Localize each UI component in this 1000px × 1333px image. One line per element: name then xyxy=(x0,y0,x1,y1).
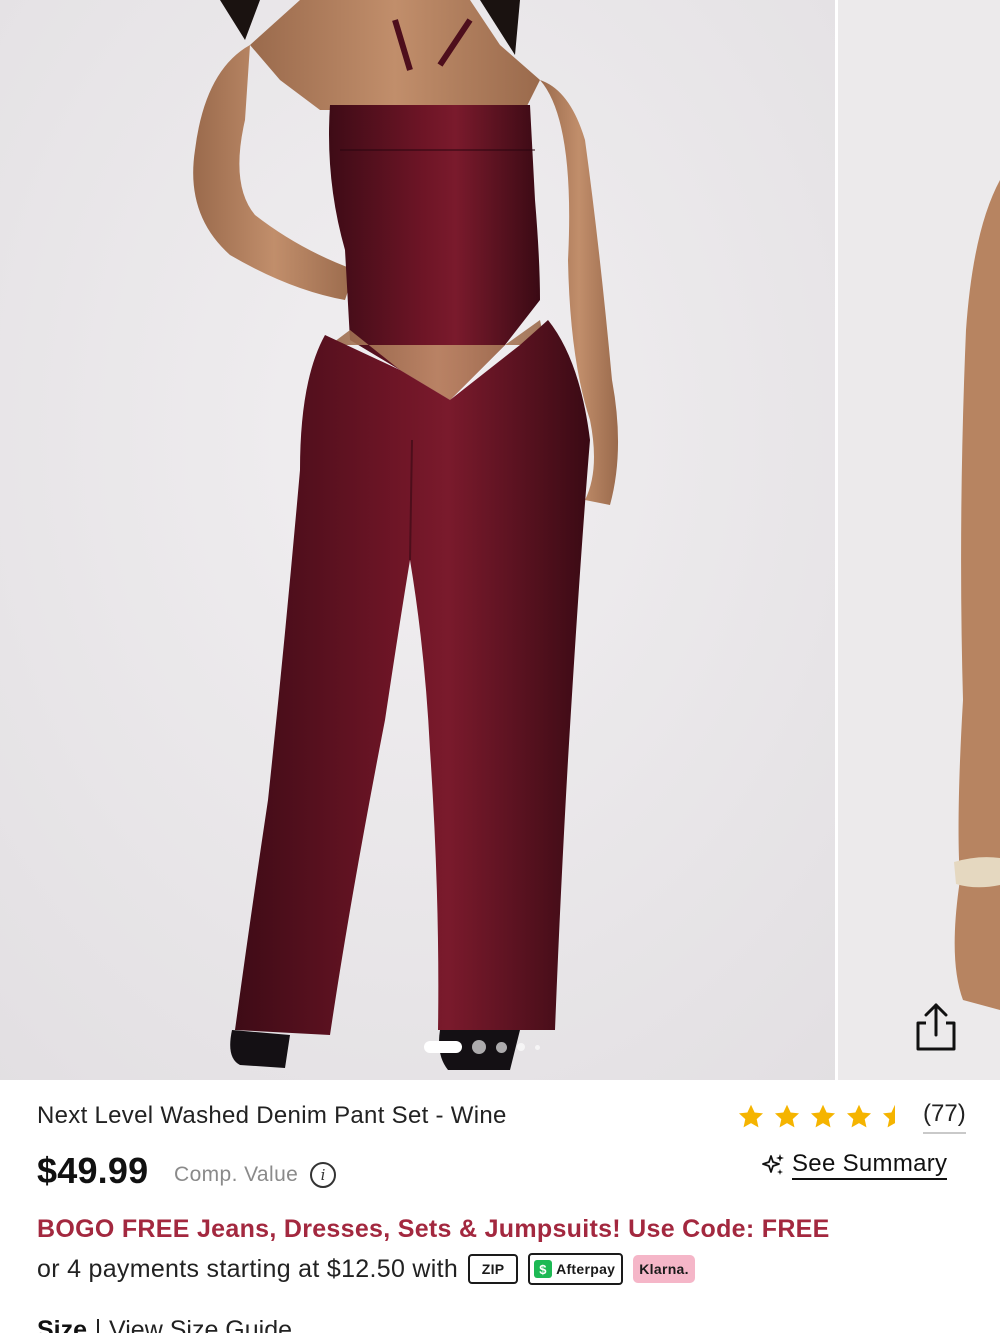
share-button[interactable] xyxy=(904,995,968,1059)
promo-banner: BOGO FREE Jeans, Dresses, Sets & Jumpsui… xyxy=(37,1215,830,1243)
comp-value-label: Comp. Value xyxy=(174,1163,299,1186)
zip-badge-label: ZIP xyxy=(481,1261,505,1277)
carousel-dot-4[interactable] xyxy=(517,1043,525,1051)
afterpay-badge-label: Afterpay xyxy=(556,1261,616,1277)
star-half-icon xyxy=(882,1104,895,1128)
size-guide-link[interactable]: View Size Guide xyxy=(109,1316,292,1333)
product-title: Next Level Washed Denim Pant Set - Wine xyxy=(37,1102,507,1129)
see-summary-label[interactable]: See Summary xyxy=(792,1150,948,1180)
star-icon xyxy=(774,1104,800,1128)
info-icon[interactable]: i xyxy=(310,1162,337,1188)
rating-stars xyxy=(737,1103,909,1131)
star-icon xyxy=(810,1104,836,1128)
carousel-dot-1[interactable] xyxy=(424,1041,462,1053)
product-photo xyxy=(0,0,835,1080)
size-row: Size View Size Guide xyxy=(37,1316,292,1333)
payments-text: or 4 payments starting at $12.50 with xyxy=(37,1254,459,1283)
product-rating[interactable]: (77) xyxy=(737,1100,966,1134)
afterpay-badge[interactable]: $ Afterpay xyxy=(528,1253,624,1285)
star-icon xyxy=(738,1104,764,1128)
comp-value: Comp. Value i xyxy=(174,1162,337,1188)
afterpay-icon: $ xyxy=(534,1260,553,1278)
product-photo-next xyxy=(838,0,1000,1080)
klarna-badge-label: Klarna. xyxy=(639,1261,689,1277)
carousel-dot-5[interactable] xyxy=(535,1044,540,1050)
product-image-main[interactable] xyxy=(0,0,835,1080)
star-icon xyxy=(846,1104,872,1128)
carousel-dot-2[interactable] xyxy=(472,1040,486,1054)
share-icon xyxy=(916,1003,956,1051)
size-label: Size xyxy=(37,1316,88,1333)
payment-badges: ZIP $ Afterpay Klarna. xyxy=(468,1253,695,1285)
klarna-badge[interactable]: Klarna. xyxy=(633,1255,695,1283)
review-count[interactable]: (77) xyxy=(923,1100,966,1134)
installment-payments: or 4 payments starting at $12.50 with ZI… xyxy=(37,1253,695,1285)
zip-badge[interactable]: ZIP xyxy=(468,1254,519,1284)
product-price: $49.99 xyxy=(37,1150,149,1191)
product-image-next[interactable] xyxy=(838,0,1000,1080)
sparkle-icon xyxy=(762,1154,784,1175)
product-image-carousel[interactable] xyxy=(0,0,1000,1080)
carousel-dot-3[interactable] xyxy=(496,1041,507,1053)
carousel-pagination[interactable] xyxy=(424,1040,540,1054)
see-summary-link[interactable]: See Summary xyxy=(760,1150,948,1180)
size-divider xyxy=(97,1318,100,1333)
product-info-panel: Next Level Washed Denim Pant Set - Wine … xyxy=(0,1080,1000,1333)
